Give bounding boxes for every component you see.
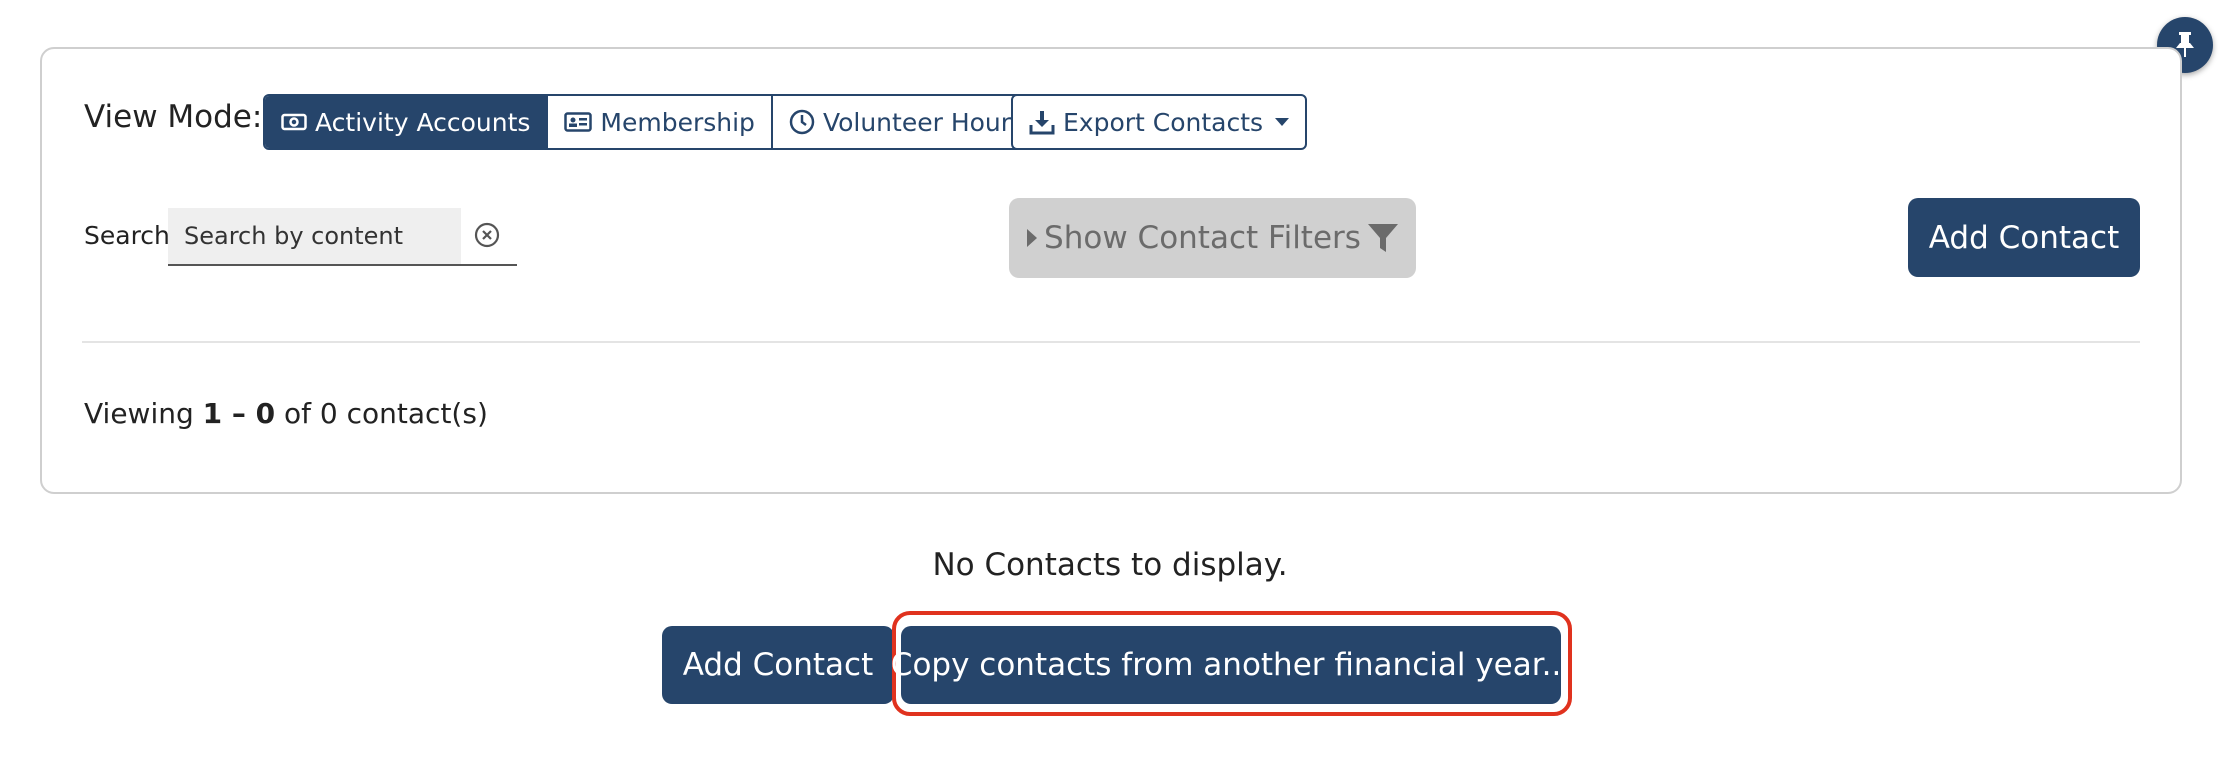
download-icon	[1029, 111, 1055, 135]
add-contact-button[interactable]: Add Contact	[1908, 198, 2140, 277]
view-mode-activity-accounts-label: Activity Accounts	[315, 107, 531, 137]
view-mode-volunteer-hours-label: Volunteer Hours	[822, 107, 1025, 137]
clear-search-icon[interactable]	[473, 221, 501, 249]
search-underline	[461, 264, 517, 266]
viewing-middle: of	[275, 397, 320, 430]
search-label: Search	[84, 221, 170, 250]
search-input[interactable]	[168, 208, 461, 266]
add-contact-empty-button[interactable]: Add Contact	[662, 626, 894, 704]
view-mode-toggle-group: Activity Accounts Membership Volunteer H…	[263, 94, 1043, 150]
viewing-summary: Viewing 1 – 0 of 0 contact(s)	[84, 397, 488, 430]
id-card-icon	[564, 112, 593, 132]
view-mode-label: View Mode:	[84, 99, 263, 135]
viewing-total: 0	[319, 397, 338, 430]
copy-contacts-button[interactable]: Copy contacts from another financial yea…	[891, 626, 1571, 704]
viewing-range: 1 – 0	[202, 397, 276, 430]
viewing-suffix: contact(s)	[337, 397, 488, 430]
view-mode-membership-button[interactable]: Membership	[546, 96, 771, 148]
view-mode-activity-accounts-button[interactable]: Activity Accounts	[265, 96, 547, 148]
export-contacts-dropdown[interactable]: Export Contacts	[1011, 94, 1308, 150]
show-contact-filters-button[interactable]: Show Contact Filters	[1009, 198, 1416, 278]
caret-right-icon	[1027, 229, 1038, 247]
view-mode-volunteer-hours-button[interactable]: Volunteer Hours	[770, 96, 1041, 148]
contacts-panel: View Mode: Activity Accounts Membership	[40, 47, 2182, 494]
show-contact-filters-label: Show Contact Filters	[1044, 220, 1361, 256]
clock-icon	[789, 109, 815, 135]
page: View Mode: Activity Accounts Membership	[0, 0, 2220, 772]
chevron-down-icon	[1275, 118, 1290, 126]
money-icon	[281, 113, 307, 131]
viewing-prefix: Viewing	[84, 397, 203, 430]
divider	[82, 341, 2140, 343]
export-contacts-label: Export Contacts	[1063, 107, 1264, 137]
empty-state-message: No Contacts to display.	[932, 547, 1288, 583]
view-mode-membership-label: Membership	[600, 107, 755, 137]
filter-icon	[1367, 224, 1398, 252]
